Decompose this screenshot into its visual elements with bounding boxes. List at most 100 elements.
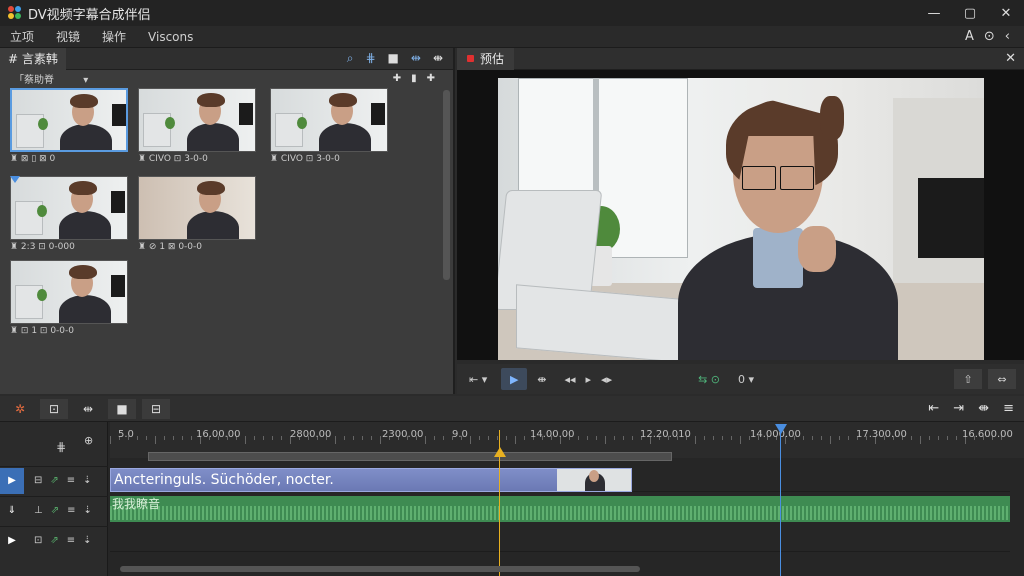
columns-icon[interactable]: ⇼ (433, 51, 443, 66)
minimize-button[interactable]: — (916, 6, 952, 21)
track-tool-icon[interactable]: ⇗ (50, 535, 58, 546)
marker-handle[interactable] (775, 424, 787, 434)
lock-icon[interactable]: ⊕ (84, 434, 93, 447)
ruler-tick (470, 436, 471, 444)
track-headers: ⋕ ⊕ ▶ ⊟ ⇗ ≡ ⇣ ⇓ ⊥ ⇗ ≡ ⇣ ▶ ⊡ ⇗ ≡ ⇣ (0, 422, 108, 576)
media-clip[interactable]: ♜ CIVO ⊡ 3-0-0 (138, 88, 256, 166)
track-3-header[interactable]: ▶ ⊡ ⇗ ≡ ⇣ (0, 526, 108, 554)
track-tool-icon[interactable]: ⊡ (34, 535, 42, 546)
track-tool-icon[interactable]: ⇣ (83, 535, 91, 546)
video-clip-label: Ancteringuls. Süchöder, nocter. (114, 472, 334, 488)
media-clip[interactable]: ♜ ⊡ 1 ⊡ 0-0-0 (10, 260, 128, 338)
menu-item-view[interactable]: 视镜 (56, 28, 80, 45)
close-button[interactable]: ✕ (988, 6, 1024, 21)
split-icon[interactable]: ⇹ (74, 399, 102, 419)
loop-button[interactable]: ⇆ ⊙ (698, 373, 720, 386)
timeline-range-bar[interactable] (148, 452, 672, 461)
clip-thumbnail (270, 88, 388, 152)
media-filter-dropdown[interactable]: 「蔡助脊 ▾ (14, 71, 88, 86)
fit-icon[interactable]: ⇼ (978, 401, 989, 416)
zoom-out-icon[interactable]: ⇤ (928, 401, 939, 416)
timeline-scrollbar[interactable] (120, 566, 640, 572)
media-clip[interactable]: ♜ ⊠ ▯ ⊠ 0 (10, 88, 128, 166)
next-frame-button[interactable]: ▸ (586, 373, 592, 386)
maximize-button[interactable]: ▢ (952, 6, 988, 21)
media-clip[interactable]: ♜ CIVO ⊡ 3-0-0 (270, 88, 388, 166)
playhead-handle[interactable] (494, 447, 506, 457)
menu-item-operation[interactable]: 操作 (102, 28, 126, 45)
play-button[interactable]: ▶ (501, 368, 528, 390)
track-tool-icon[interactable]: ≡ (67, 475, 75, 486)
frame-icon[interactable]: ⊟ (142, 398, 170, 419)
media-clip[interactable]: ♜ 2:3 ⊡ 0-000 (10, 176, 128, 254)
video-track-header[interactable]: ▶ ⊟ ⇗ ≡ ⇣ (0, 466, 108, 494)
add-icon[interactable]: ✚ (427, 73, 435, 84)
rewind-button[interactable]: ◂◂ (564, 373, 575, 386)
swap-icon[interactable]: ⇹ (411, 51, 421, 66)
ruler-tick (740, 436, 741, 444)
track-tool-icon[interactable]: ⇗ (51, 505, 59, 516)
media-scrollbar[interactable] (443, 90, 450, 280)
fast-forward-button[interactable]: ◂▸ (601, 373, 612, 386)
track-tool-icon[interactable]: ⇗ (50, 475, 58, 486)
track-tool-icon[interactable]: ⇣ (84, 505, 92, 516)
clip-thumbnail (10, 260, 128, 324)
timecode-dropdown[interactable]: 0 ▾ (738, 373, 754, 386)
preview-video[interactable] (498, 78, 984, 360)
ruler-tick (272, 436, 273, 440)
split-button[interactable]: ⇔ (988, 369, 1016, 389)
clip-meta: ♜ ⊘ 1 ⊠ 0-0-0 (138, 242, 202, 252)
add-icon[interactable]: ✚ (393, 73, 401, 84)
play-icon: ▶ (510, 372, 519, 386)
audio-track-header[interactable]: ⇓ ⊥ ⇗ ≡ ⇣ (0, 496, 108, 524)
track-tool-icon[interactable]: ⊥ (34, 505, 43, 516)
crop-icon[interactable]: ⊡ (40, 398, 68, 419)
jump-start-button[interactable]: ⇤ ▾ (469, 373, 487, 386)
search-icon[interactable]: ⌕ (347, 51, 354, 66)
track-tool-icon[interactable]: ⊟ (34, 475, 42, 486)
search-icon[interactable]: ⊙ (984, 29, 995, 44)
ruler-tick (335, 436, 336, 444)
track-toggle-icon[interactable]: ▶ (0, 467, 24, 494)
ruler-tick (506, 436, 507, 440)
effects-icon[interactable]: ✲ (6, 399, 34, 419)
snapshot-button[interactable]: ⇧ (954, 369, 982, 389)
collapse-icon[interactable]: ‹ (1005, 29, 1010, 44)
font-icon[interactable]: A (965, 29, 974, 44)
track-toggle-icon[interactable]: ▶ (0, 527, 24, 554)
ruler-tick (920, 436, 921, 444)
marker-line[interactable] (780, 430, 781, 576)
media-clip[interactable]: ♜ ⊘ 1 ⊠ 0-0-0 (138, 176, 256, 254)
grid-icon[interactable]: ⋕ (365, 51, 375, 66)
selection-marker-icon (10, 176, 20, 183)
track-tool-icon[interactable]: ≡ (67, 505, 75, 516)
close-icon[interactable]: ✕ (1005, 51, 1016, 66)
menu-icon[interactable]: ≡ (1003, 401, 1014, 416)
audio-clip[interactable]: 我我瞭音 (110, 496, 1010, 522)
menu-item-viscons[interactable]: Viscons (148, 30, 193, 44)
track-tool-icon[interactable]: ⇣ (83, 475, 91, 486)
step-button[interactable]: ⇼ (537, 373, 546, 386)
timeline-ruler[interactable]: 5.0 16.00.00 2800.00 2300.00 9.0 14.00.00 12.2… (110, 422, 1024, 461)
ruler-tick (488, 436, 489, 440)
ruler-tick (362, 436, 363, 440)
snap-icon[interactable]: ⋕ (56, 440, 66, 454)
tab-media[interactable]: # 言素韩 (0, 47, 66, 70)
track-tool-icon[interactable]: ≡ (67, 535, 75, 546)
ruler-tick (443, 436, 444, 440)
ruler-label: 2300.00 (382, 429, 424, 440)
stop-icon[interactable]: ■ (108, 398, 136, 419)
bin-icon[interactable]: ▮ (411, 73, 417, 84)
menu-item-project[interactable]: 立项 (10, 28, 34, 45)
track-toggle-icon[interactable]: ⇓ (0, 497, 24, 524)
video-clip[interactable]: Ancteringuls. Süchöder, nocter. (110, 468, 632, 492)
menu-bar: 立项 视镜 操作 Viscons A ⊙ ‹ (0, 26, 1024, 48)
preview-controls: ⇤ ▾ ▶ ⇼ ◂◂ ▸ ◂▸ ⇆ ⊙ 0 ▾ ⇧ ⇔ (457, 364, 1024, 394)
stop-icon[interactable]: ■ (388, 51, 399, 66)
ruler-tick (245, 436, 246, 444)
ruler-tick (614, 436, 615, 440)
ruler-tick (344, 436, 345, 440)
ruler-tick (839, 436, 840, 440)
tab-preview[interactable]: 预估 (457, 47, 515, 70)
zoom-in-icon[interactable]: ⇥ (953, 401, 964, 416)
